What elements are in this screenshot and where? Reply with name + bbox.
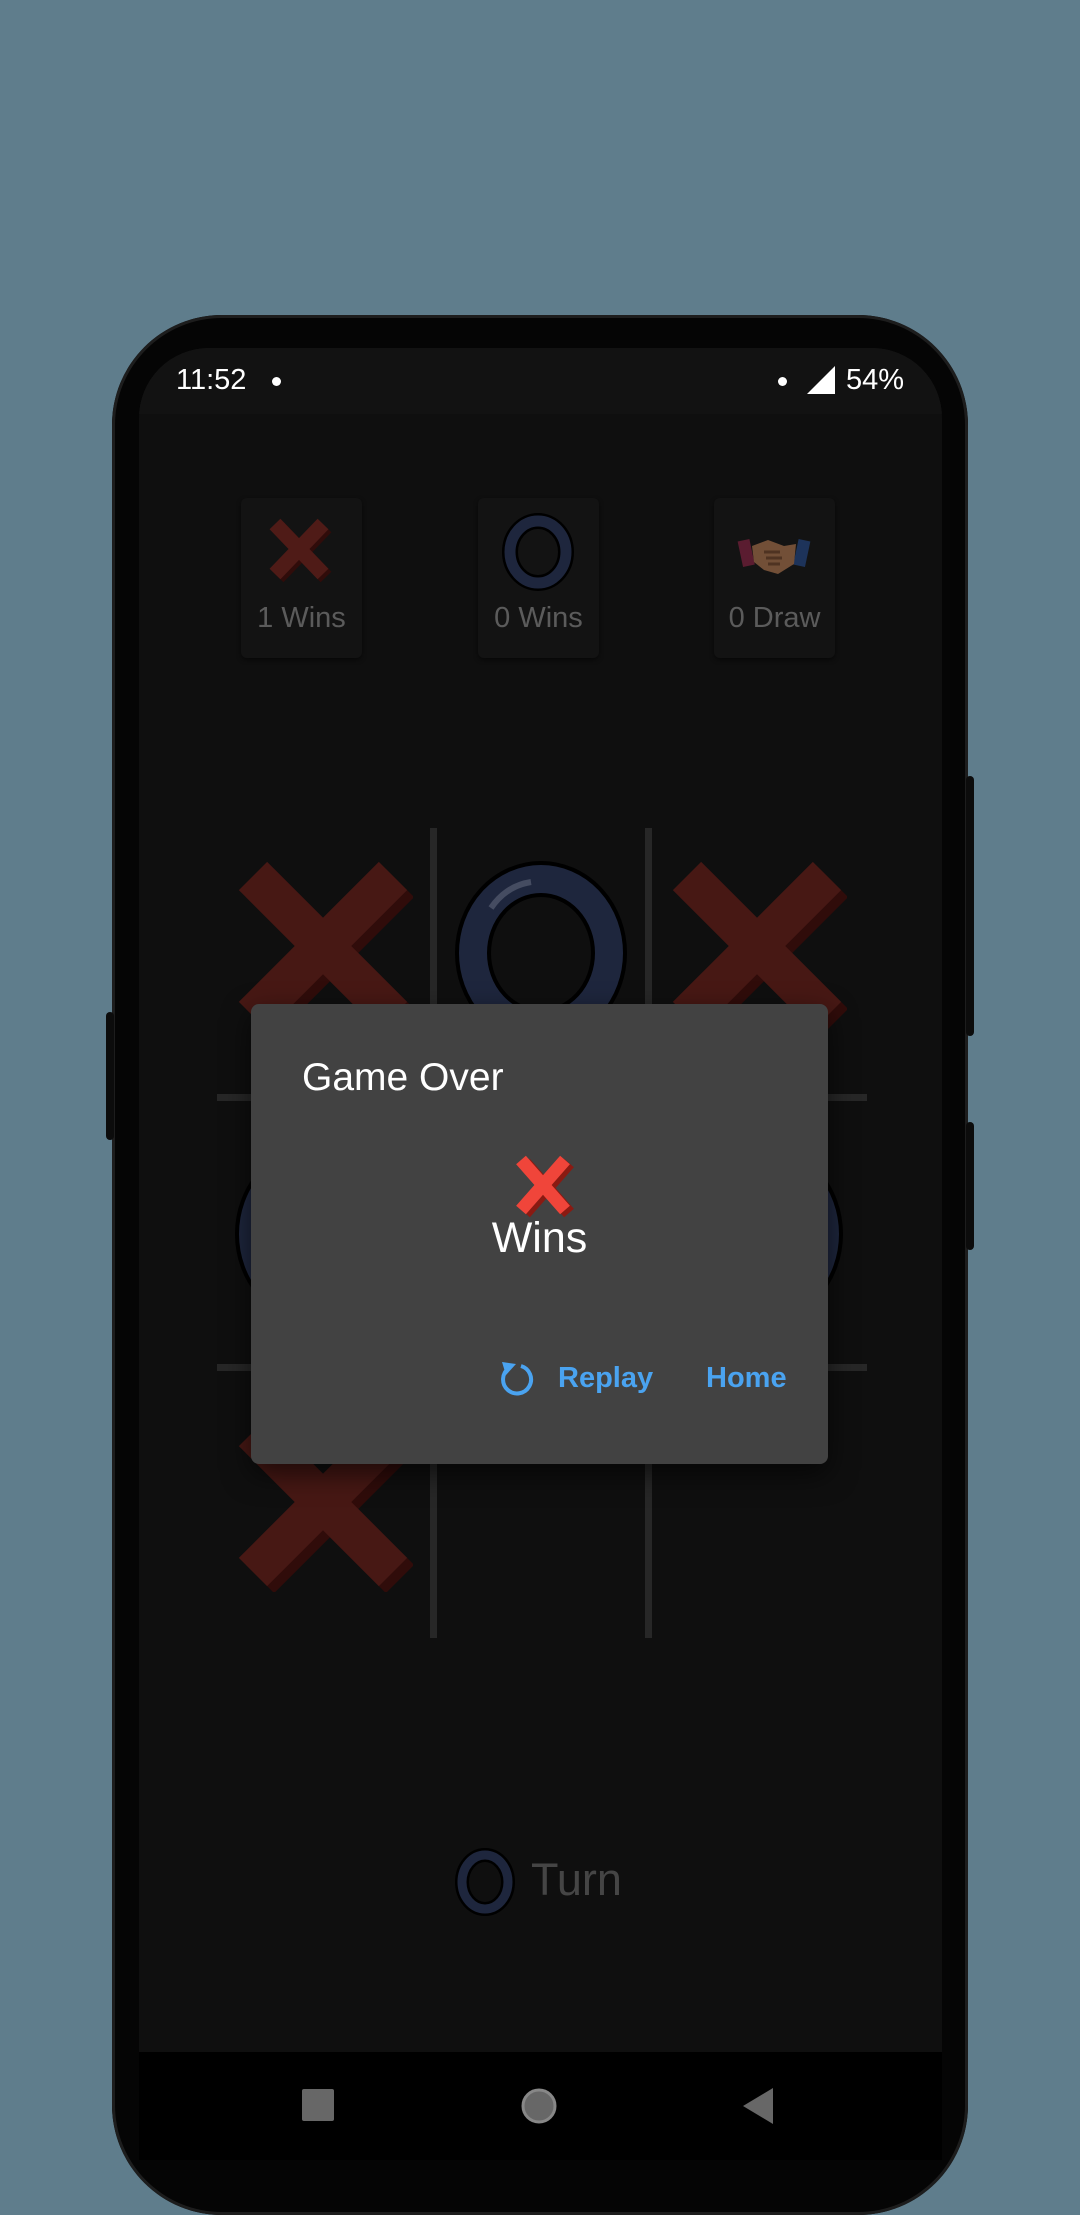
phone-power-button (966, 1122, 974, 1250)
signal-icon (807, 366, 835, 394)
status-time: 11:52 (176, 364, 247, 396)
dialog-title: Game Over (302, 1056, 504, 1099)
notification-dot-icon (272, 377, 281, 386)
phone-side-button-left (106, 1012, 114, 1140)
app-screen: 11:52 54% 1 Wins 0 Wins 0 Draw Turn Game… (139, 348, 942, 2160)
replay-icon[interactable] (496, 1358, 538, 1400)
phone-volume-button (966, 776, 974, 1036)
replay-button[interactable]: Replay (558, 1362, 653, 1395)
notification-dot-icon (778, 377, 787, 386)
x-icon (516, 1155, 574, 1218)
status-bar: 11:52 54% (139, 348, 942, 414)
game-over-dialog: Game Over Wins Replay Home (251, 1004, 828, 1464)
home-button[interactable]: Home (706, 1362, 787, 1395)
battery-level: 54% (845, 364, 904, 396)
winner-label: Wins (491, 1214, 588, 1262)
